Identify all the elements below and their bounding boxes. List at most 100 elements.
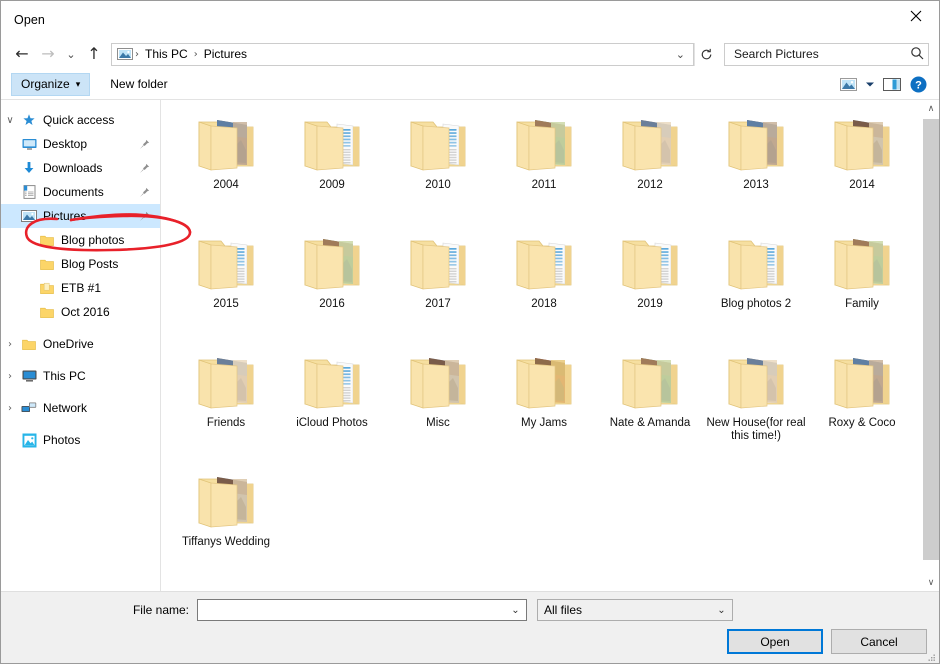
breadcrumb: › This PC › Pictures [134,47,670,61]
up-arrow-icon[interactable]: ↑ [81,42,107,66]
file-item[interactable]: 2011 [491,110,597,229]
organize-button[interactable]: Organize ▾ [11,72,91,96]
file-item[interactable]: 2019 [597,229,703,348]
file-item[interactable]: Family [809,229,915,348]
file-item[interactable]: 2010 [385,110,491,229]
file-item[interactable]: 2004 [173,110,279,229]
photos-app-icon [19,433,39,448]
forward-arrow-icon[interactable]: → [35,42,61,66]
pin-icon[interactable] [136,187,152,198]
folder-icon [37,258,57,271]
folder-thumbnail-icon [509,231,579,295]
breadcrumb-this-pc[interactable]: This PC [140,47,193,61]
open-file-dialog: Open ← → ⌄ ↑ › This PC › Pictures ⌄ Sear… [0,0,940,664]
address-bar[interactable]: › This PC › Pictures ⌄ [111,42,694,66]
view-mode-icon[interactable] [835,72,861,96]
organize-label: Organize [21,77,70,91]
file-name-input[interactable] [202,602,507,618]
file-item[interactable]: 2017 [385,229,491,348]
cancel-button[interactable]: Cancel [831,629,927,654]
file-type-chevron-down-icon[interactable]: ⌄ [713,605,730,616]
sidebar-item-desktop[interactable]: Desktop [1,132,160,156]
file-item-label: 2018 [531,298,557,310]
file-item-label: 2012 [637,179,663,191]
navigation-pane: ∨ Quick access Desktop Downloads Documen… [1,100,161,591]
expander-chevron-icon[interactable]: ∨ [1,115,19,126]
open-button[interactable]: Open [727,629,823,654]
pin-icon[interactable] [136,163,152,174]
back-arrow-icon[interactable]: ← [9,42,35,66]
new-folder-button[interactable]: New folder [100,73,177,96]
folder-thumbnail-icon [191,350,261,414]
star-pin-icon [19,113,39,127]
file-item[interactable]: Misc [385,348,491,467]
file-item[interactable]: 2013 [703,110,809,229]
file-grid: 2004 2009 2010 2011 2012 2013 2014 2015 2016 2017… [161,100,922,591]
file-item[interactable]: 2014 [809,110,915,229]
pin-icon[interactable] [136,139,152,150]
sidebar-item-downloads[interactable]: Downloads [1,156,160,180]
file-item[interactable]: 2009 [279,110,385,229]
file-item[interactable]: Tiffanys Wedding [173,467,279,586]
sidebar-item-blog-photos[interactable]: Blog photos [1,228,160,252]
resize-grip[interactable] [926,651,936,661]
file-name-field[interactable]: ⌄ [197,599,527,621]
search-box[interactable] [724,42,929,66]
search-input[interactable] [732,46,910,62]
file-item[interactable]: Friends [173,348,279,467]
folder-thumbnail-icon [509,112,579,176]
folder-thumbnail-icon [721,231,791,295]
sidebar-item-network[interactable]: › Network [1,396,160,420]
folder-thumbnail-icon [191,231,261,295]
close-icon[interactable] [893,1,939,31]
file-type-filter-select[interactable]: All files ⌄ [537,599,733,621]
sidebar-item-this-pc[interactable]: › This PC [1,364,160,388]
file-item-label: 2013 [743,179,769,191]
sidebar-item-documents[interactable]: Documents [1,180,160,204]
file-item[interactable]: 2015 [173,229,279,348]
file-item[interactable]: New House(for real this time!) [703,348,809,467]
recent-locations-chevron-icon[interactable]: ⌄ [61,42,81,66]
pin-icon[interactable] [136,211,152,222]
preview-pane-icon[interactable] [879,72,905,96]
file-item[interactable]: Roxy & Coco [809,348,915,467]
sidebar-item-label: ETB #1 [61,281,102,295]
file-item-label: 2015 [213,298,239,310]
address-dropdown-chevron-icon[interactable]: ⌄ [670,47,691,61]
folder-thumbnail-icon [615,231,685,295]
sidebar-item-oct-2016[interactable]: Oct 2016 [1,300,160,324]
folder-icon [37,234,57,247]
file-item[interactable]: 2018 [491,229,597,348]
sidebar-item-etb-1[interactable]: ETB #1 [1,276,160,300]
recent-chevron-glyph: ⌄ [66,47,76,61]
expander-chevron-icon[interactable]: › [1,339,19,350]
file-item[interactable]: 2012 [597,110,703,229]
sidebar-item-label: Documents [43,185,104,199]
file-item[interactable]: Nate & Amanda [597,348,703,467]
folder-thumbnail-icon [827,231,897,295]
file-item[interactable]: 2016 [279,229,385,348]
documents-icon [19,185,39,199]
file-item[interactable]: iCloud Photos [279,348,385,467]
sidebar-item-photos[interactable]: Photos [1,428,160,452]
search-icon[interactable] [910,46,924,63]
sidebar-item-onedrive[interactable]: › OneDrive [1,332,160,356]
scroll-up-button[interactable]: ∧ [923,100,939,117]
refresh-icon[interactable] [694,42,718,66]
sidebar-item-quick-access[interactable]: ∨ Quick access [1,108,160,132]
scroll-down-button[interactable]: ∨ [923,574,939,591]
file-name-chevron-down-icon[interactable]: ⌄ [507,605,524,616]
sidebar-item-pictures[interactable]: Pictures [1,204,160,228]
sidebar-item-label: Quick access [43,113,115,127]
scrollbar-thumb[interactable] [923,119,939,560]
vertical-scrollbar[interactable]: ∧ ∨ [922,100,939,591]
help-icon[interactable]: ? [905,72,931,96]
view-mode-chevron-down-icon[interactable] [861,72,879,96]
expander-chevron-icon[interactable]: › [1,403,19,414]
sidebar-item-blog-posts[interactable]: Blog Posts [1,252,160,276]
scrollbar-track[interactable] [923,117,939,574]
file-item[interactable]: Blog photos 2 [703,229,809,348]
breadcrumb-pictures[interactable]: Pictures [199,47,252,61]
expander-chevron-icon[interactable]: › [1,371,19,382]
file-item[interactable]: My Jams [491,348,597,467]
